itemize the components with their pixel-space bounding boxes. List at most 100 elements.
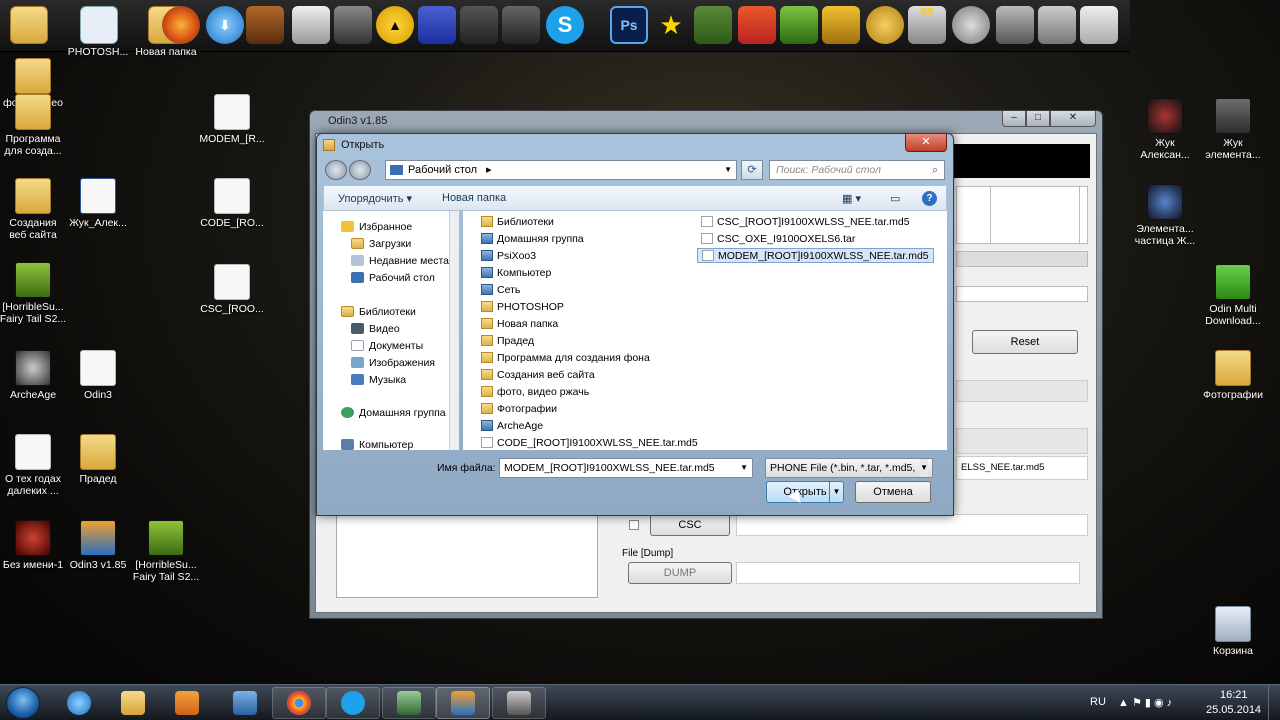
file-item[interactable]: Новая папка <box>481 317 558 332</box>
search-icon[interactable]: ⌕ <box>932 161 938 179</box>
desktop-icon-code[interactable]: CODE_[RO... <box>197 178 267 229</box>
file-item[interactable]: CODE_[ROOT]I9100XWLSS_NEE.tar.md5 <box>481 436 698 451</box>
spartan-icon[interactable] <box>292 6 330 44</box>
taskbar-app[interactable] <box>218 687 272 719</box>
file-item[interactable]: Домашняя группа <box>481 232 584 247</box>
desktop-icon-csc[interactable]: CSC_[ROO... <box>197 264 267 315</box>
world-of-tanks-icon[interactable] <box>334 6 372 44</box>
desktop-icon-odin3-v185[interactable]: Odin3 v1.85 <box>63 520 133 571</box>
chevron-down-icon[interactable]: ▼ <box>829 482 843 502</box>
file-item[interactable]: PHOTOSHOP <box>481 300 564 315</box>
file-type-select[interactable]: PHONE File (*.bin, *.tar, *.md5, ▼ <box>765 458 933 478</box>
clock-time[interactable]: 16:21 <box>1220 689 1248 701</box>
file-item[interactable]: фото, видео ржачь <box>481 385 589 400</box>
photoshop-icon[interactable]: Ps <box>610 6 648 44</box>
dump-path-field[interactable] <box>736 562 1080 584</box>
taskbar-odin[interactable] <box>436 687 490 719</box>
cancel-button[interactable]: Отмена <box>855 481 931 503</box>
desktop-icon-fairy-tail-2[interactable]: [HorribleSu... Fairy Tail S2... <box>131 520 201 583</box>
tray-icons[interactable]: ▲ ⚑ ▮ ◉ ♪ <box>1118 696 1172 709</box>
file-item[interactable]: Программа для создания фона <box>481 351 650 366</box>
back-button[interactable] <box>325 160 347 180</box>
download-icon[interactable]: ⬇ <box>206 6 244 44</box>
new-folder-button[interactable]: Новая папка <box>442 192 506 204</box>
nav-documents[interactable]: Документы <box>351 340 423 352</box>
nav-video[interactable]: Видео <box>351 323 400 335</box>
file-item-selected[interactable]: MODEM_[ROOT]I9100XWLSS_NEE.tar.md5 <box>697 248 934 263</box>
file-item[interactable]: PsiXoo3 <box>481 249 536 264</box>
csc-checkbox[interactable] <box>629 520 639 530</box>
file-item[interactable]: Фотографии <box>481 402 557 417</box>
nav-homegroup[interactable]: Домашняя группа <box>341 407 446 419</box>
photoshop-doc-icon[interactable] <box>80 6 118 44</box>
desktop-icon-archeage[interactable]: ArcheAge <box>0 350 68 401</box>
firefox-icon[interactable] <box>162 6 200 44</box>
tools-icon[interactable] <box>1080 6 1118 44</box>
desktop-icon-modem[interactable]: MODEM_[R... <box>197 94 267 145</box>
hat-icon[interactable] <box>996 6 1034 44</box>
desktop-icon-untitled[interactable]: Без имени-1 <box>0 520 68 571</box>
csc-path-field[interactable] <box>736 514 1088 536</box>
organize-button[interactable]: Упорядочить ▾ <box>338 192 412 205</box>
desktop-icon-recycle-bin[interactable]: Корзина <box>1198 606 1268 657</box>
desktop-icon-photos[interactable]: Фотографии <box>1198 350 1268 401</box>
file-item[interactable]: CSC_[ROOT]I9100XWLSS_NEE.tar.md5 <box>701 215 910 230</box>
brush-icon[interactable] <box>738 6 776 44</box>
desktop-icon-odin-multi[interactable]: Odin Multi Download... <box>1198 264 1268 327</box>
dump-button[interactable]: DUMP <box>628 562 732 584</box>
desktop-icon-old-years[interactable]: О тех годах далеких ... <box>0 434 68 497</box>
start-button[interactable] <box>6 687 40 719</box>
desktop-icon-program[interactable]: Программа для созда... <box>0 94 68 157</box>
address-bar[interactable]: Рабочий стол ▸ ▼ <box>385 160 737 180</box>
nav-music[interactable]: Музыка <box>351 374 406 386</box>
nav-favorites[interactable]: Избранное <box>341 221 412 233</box>
desktop-icon-fairy-tail[interactable]: [HorribleSu... Fairy Tail S2... <box>0 262 68 325</box>
floppy-icon[interactable] <box>418 6 456 44</box>
search-input[interactable]: Поиск: Рабочий стол ⌕ <box>769 160 945 180</box>
close-icon[interactable]: ✕ <box>905 134 947 152</box>
computer-icon[interactable] <box>1038 6 1076 44</box>
nav-images[interactable]: Изображения <box>351 357 435 369</box>
desktop-icon-beetle-doc[interactable]: Жук_Алек... <box>63 178 133 229</box>
file-item[interactable]: Создания веб сайта <box>481 368 595 383</box>
nav-recent[interactable]: Недавние места <box>351 255 449 267</box>
taskbar-media-player[interactable] <box>160 687 214 719</box>
desktop-icon-beetle-2[interactable]: Жук элемента... <box>1198 98 1268 161</box>
file-item[interactable]: Прадед <box>481 334 534 349</box>
filename-input[interactable]: MODEM_[ROOT]I9100XWLSS_NEE.tar.md5 ▼ <box>499 458 753 478</box>
clock-date[interactable]: 25.05.2014 <box>1206 704 1261 716</box>
skype-icon[interactable]: S <box>546 6 584 44</box>
monitor-badge-icon[interactable]: 99 <box>908 6 946 44</box>
excel-icon[interactable] <box>694 6 732 44</box>
show-desktop-button[interactable] <box>1268 685 1280 720</box>
taskbar-skype[interactable] <box>326 687 380 719</box>
file-item[interactable]: ArcheAge <box>481 419 543 434</box>
disc-icon[interactable] <box>952 6 990 44</box>
file-item[interactable]: Библиотеки <box>481 215 554 230</box>
desktop-icon-beetle-1[interactable]: Жук Алексан... <box>1130 98 1200 161</box>
phone-file-field[interactable]: ELSS_NEE.tar.md5 <box>956 456 1088 480</box>
desktop-icon-odin3[interactable]: Odin3 <box>63 350 133 401</box>
chevron-down-icon[interactable]: ▼ <box>740 459 748 477</box>
taskbar-chrome[interactable] <box>272 687 326 719</box>
maximize-button[interactable]: □ <box>1026 111 1050 127</box>
game-icon[interactable] <box>246 6 284 44</box>
file-item[interactable]: CSC_OXE_I9100OXELS6.tar <box>701 232 855 247</box>
taskbar-app3[interactable] <box>492 687 546 719</box>
nav-downloads[interactable]: Загрузки <box>351 238 411 250</box>
settings-app-icon[interactable] <box>502 6 540 44</box>
chevron-down-icon[interactable]: ▼ <box>920 459 928 477</box>
odin-close-button[interactable]: ✕ <box>1050 111 1096 127</box>
forward-button[interactable] <box>349 160 371 180</box>
file-item[interactable]: Сеть <box>481 283 520 298</box>
view-options-icon[interactable]: ▦ ▾ <box>842 192 861 205</box>
file-item[interactable]: Компьютер <box>481 266 551 281</box>
taskbar-ie[interactable] <box>52 687 106 719</box>
desktop-icon-pradeda[interactable]: Прадед <box>63 434 133 485</box>
archeage-icon[interactable]: ▲ <box>376 6 414 44</box>
nav-desktop[interactable]: Рабочий стол <box>351 272 435 284</box>
language-indicator[interactable]: RU <box>1090 696 1106 708</box>
csc-button[interactable]: CSC <box>650 514 730 536</box>
folder-icon[interactable] <box>10 6 48 44</box>
desktop-icon-websites[interactable]: Создания веб сайта <box>0 178 68 241</box>
